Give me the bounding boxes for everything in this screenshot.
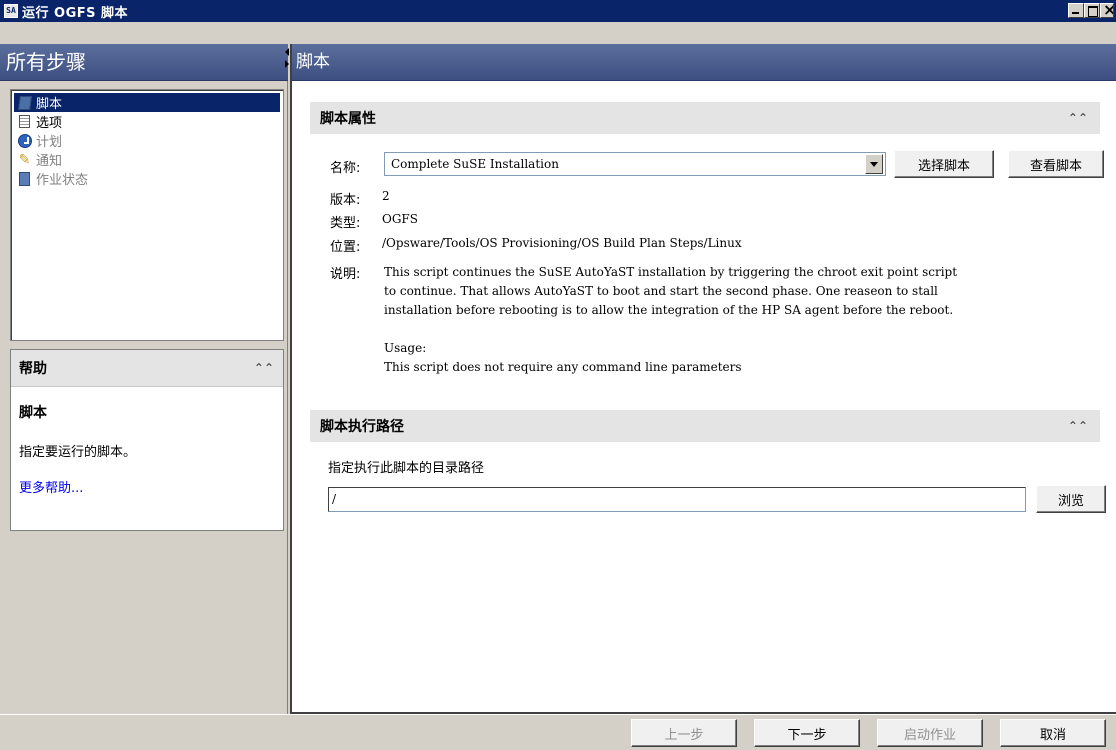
right-pane: 脚本 脚本属性 ⌃⌃ 名称: Complete SuSE Installatio… <box>290 44 1116 714</box>
step-item-job-status[interactable]: 作业状态 <box>14 169 280 188</box>
start-job-button[interactable]: 启动作业 <box>877 719 983 747</box>
script-properties-header[interactable]: 脚本属性 ⌃⌃ <box>310 102 1100 134</box>
description-value: This script continues the SuSE AutoYaST … <box>384 265 958 374</box>
app-icon: SA <box>4 4 18 18</box>
step-label: 脚本 <box>36 97 63 112</box>
type-label: 类型: <box>330 216 361 231</box>
step-item-options[interactable]: 选项 <box>14 112 280 131</box>
step-label: 通知 <box>36 154 63 169</box>
step-item-script[interactable]: 脚本 <box>14 93 280 112</box>
step-label: 选项 <box>36 116 63 131</box>
minimize-button[interactable] <box>1068 3 1084 18</box>
location-value: /Opsware/Tools/OS Provisioning/OS Build … <box>382 236 742 250</box>
location-label: 位置: <box>330 240 361 255</box>
wizard-footer: 上一步 下一步 启动作业 取消 <box>0 714 1116 750</box>
schedule-icon <box>17 133 32 148</box>
notification-icon: ✎ <box>18 151 31 168</box>
section-title: 脚本属性 <box>320 111 376 127</box>
script-name-value: Complete SuSE Installation <box>391 157 559 171</box>
version-row: 版本: 2 <box>330 189 390 208</box>
step-item-notification[interactable]: ✎ 通知 <box>14 150 280 170</box>
script-icon <box>17 95 32 110</box>
help-title: 帮助 <box>19 361 47 377</box>
select-script-button[interactable]: 选择脚本 <box>894 150 994 178</box>
collapse-icon[interactable]: ⌃⌃ <box>1068 419 1088 433</box>
steps-list: 脚本 选项 计划 ✎ 通知 作业状态 <box>10 89 284 341</box>
window-controls <box>1068 3 1114 18</box>
exec-path-prompt: 指定执行此脚本的目录路径 <box>328 461 485 476</box>
help-subtitle: 脚本 <box>19 405 47 421</box>
version-value: 2 <box>382 189 390 203</box>
name-row: 名称: <box>330 157 382 176</box>
left-pane: 所有步骤 脚本 选项 计划 ✎ 通知 作业状态 帮助 ⌃⌃ 脚本 指定要运行的脚… <box>0 44 288 714</box>
description-label: 说明: <box>330 267 361 282</box>
section-title: 脚本执行路径 <box>320 419 404 435</box>
chevron-down-icon[interactable] <box>865 154 883 174</box>
expand-right-icon[interactable] <box>285 60 289 68</box>
script-name-select[interactable]: Complete SuSE Installation <box>384 152 886 176</box>
version-label: 版本: <box>330 193 361 208</box>
cancel-button[interactable]: 取消 <box>1000 719 1106 747</box>
help-panel: 帮助 ⌃⌃ 脚本 指定要运行的脚本。 更多帮助... <box>10 349 284 531</box>
all-steps-header: 所有步骤 <box>0 44 288 81</box>
page-title: 脚本 <box>292 44 1116 81</box>
exec-path-input[interactable]: / <box>328 487 1026 512</box>
job-status-icon <box>17 171 32 186</box>
type-value: OGFS <box>382 212 418 226</box>
step-label: 计划 <box>36 135 63 150</box>
step-label: 作业状态 <box>36 173 89 188</box>
browse-button[interactable]: 浏览 <box>1036 485 1106 513</box>
name-label: 名称: <box>330 161 361 176</box>
back-button[interactable]: 上一步 <box>631 719 737 747</box>
next-button[interactable]: 下一步 <box>754 719 860 747</box>
collapse-left-icon[interactable] <box>285 48 289 56</box>
run-script-window: SA 运行 OGFS 脚本 所有步骤 脚本 选项 计划 ✎ <box>0 0 1116 750</box>
view-script-button[interactable]: 查看脚本 <box>1008 150 1104 178</box>
location-row: 位置: /Opsware/Tools/OS Provisioning/OS Bu… <box>330 236 742 255</box>
help-text: 指定要运行的脚本。 <box>19 445 137 460</box>
options-icon <box>17 114 32 129</box>
type-row: 类型: OGFS <box>330 212 418 231</box>
more-help-link[interactable]: 更多帮助... <box>11 460 283 496</box>
collapse-icon[interactable]: ⌃⌃ <box>254 361 274 375</box>
description-row: 说明: <box>330 263 382 282</box>
close-button[interactable] <box>1100 3 1114 18</box>
window-title: 运行 OGFS 脚本 <box>22 5 129 21</box>
step-item-schedule[interactable]: 计划 <box>14 131 280 150</box>
exec-path-header[interactable]: 脚本执行路径 ⌃⌃ <box>310 410 1100 442</box>
help-header[interactable]: 帮助 ⌃⌃ <box>11 350 283 387</box>
maximize-button[interactable] <box>1084 3 1100 18</box>
collapse-icon[interactable]: ⌃⌃ <box>1068 111 1088 125</box>
title-bar[interactable]: SA 运行 OGFS 脚本 <box>0 0 1116 22</box>
